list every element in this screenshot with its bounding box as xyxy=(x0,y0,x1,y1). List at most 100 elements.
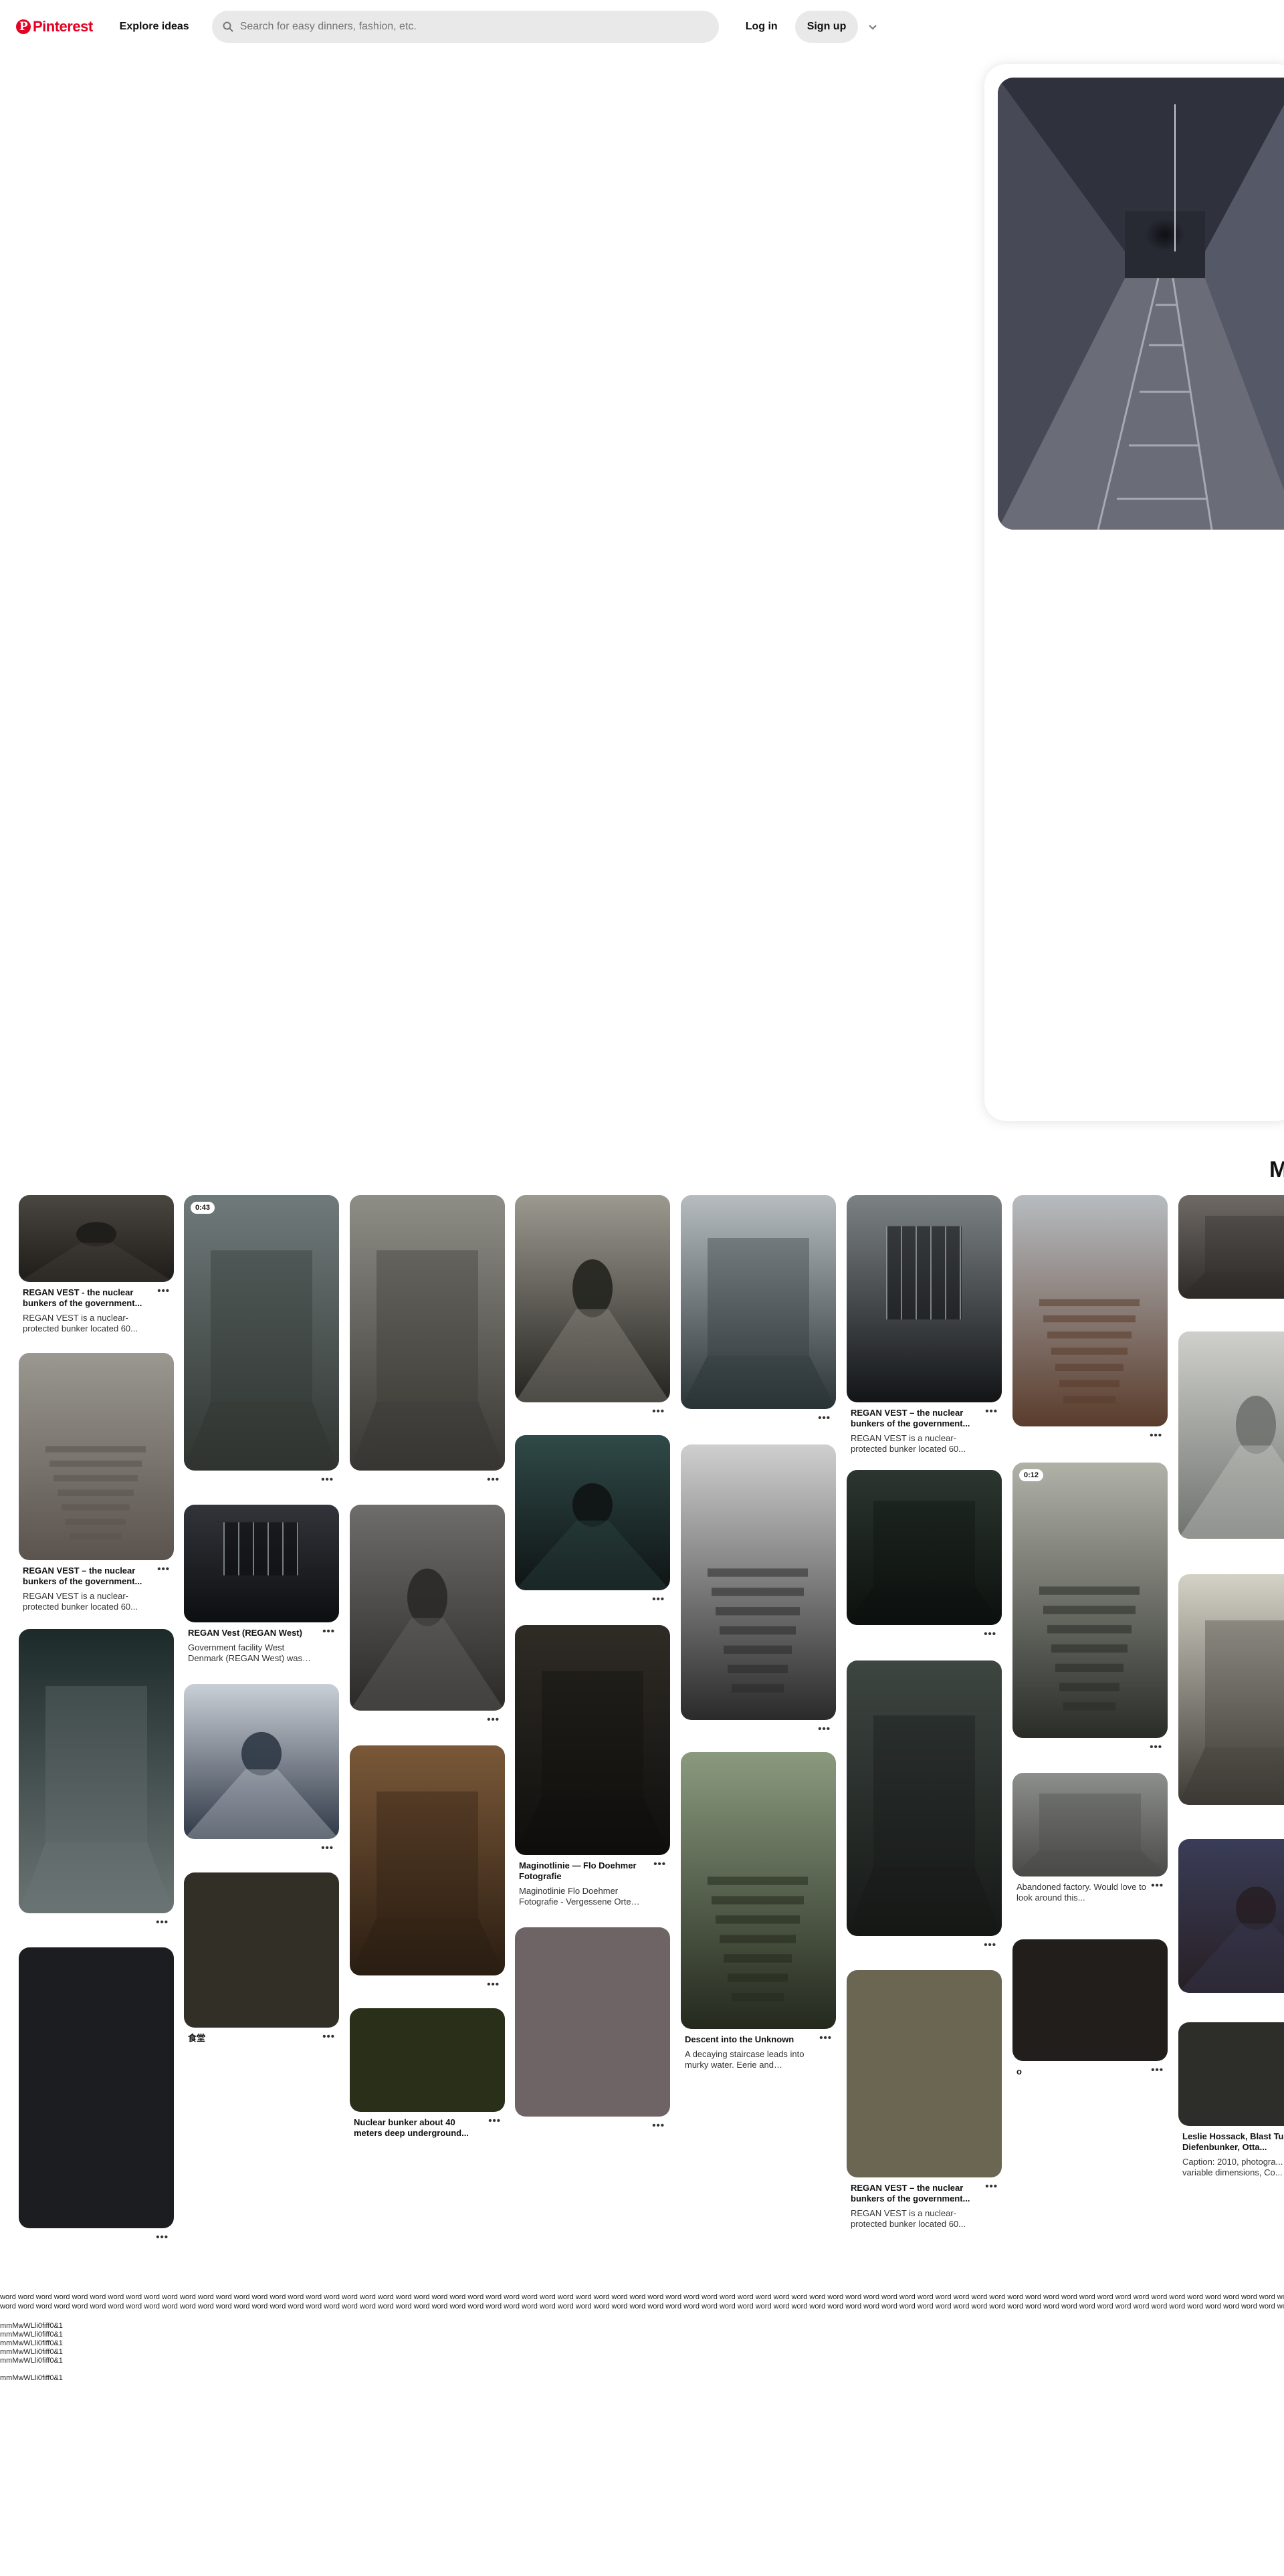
more-options-icon[interactable]: ••• xyxy=(1151,2065,1164,2075)
pin-card[interactable]: Maginotlinie — Flo Doehmer Fotografie Mag… xyxy=(515,1625,670,1907)
pin-image[interactable] xyxy=(1178,1331,1284,1539)
pin-card[interactable]: ••• xyxy=(19,1947,174,2242)
more-options-icon[interactable]: ••• xyxy=(847,1936,1002,1950)
pin-card[interactable]: Nuclear bunker about 40 meters deep unde… xyxy=(350,2008,505,2139)
pin-title[interactable]: Maginotlinie — Flo Doehmer Fotografie xyxy=(519,1860,649,1882)
pin-card[interactable]: 食堂 ••• xyxy=(184,1872,339,2044)
more-options-icon[interactable]: ••• xyxy=(184,1471,339,1485)
more-options-icon[interactable]: ••• xyxy=(985,1406,998,1416)
pin-card[interactable]: ••• xyxy=(515,1927,670,2131)
pin-image[interactable] xyxy=(184,1684,339,1839)
pin-card[interactable]: ••• xyxy=(350,1745,505,1990)
pin-image[interactable] xyxy=(1178,1195,1284,1299)
pin-card[interactable]: o ••• xyxy=(1012,1939,1168,2077)
signup-button[interactable]: Sign up xyxy=(794,11,859,43)
pin-card[interactable]: ••• xyxy=(1178,1839,1284,2006)
more-options-icon[interactable]: ••• xyxy=(1178,1539,1284,1552)
pin-title[interactable]: Nuclear bunker about 40 meters deep unde… xyxy=(354,2117,484,2139)
more-options-icon[interactable]: ••• xyxy=(350,1471,505,1485)
pin-image[interactable] xyxy=(1178,1574,1284,1805)
pin-image[interactable]: 0:12 xyxy=(1012,1463,1168,1738)
pin-card[interactable]: REGAN Vest (REGAN West) Government facili… xyxy=(184,1505,339,1664)
pin-card[interactable]: ••• xyxy=(184,1684,339,1853)
pin-image[interactable] xyxy=(19,1353,174,1560)
more-options-icon[interactable]: ••• xyxy=(653,1859,666,1869)
pin-image[interactable] xyxy=(847,1195,1002,1402)
pin-image[interactable] xyxy=(1012,1773,1168,1876)
pin-card[interactable]: 0:43 ••• xyxy=(184,1195,339,1485)
pin-image[interactable] xyxy=(1178,2022,1284,2126)
pin-image[interactable] xyxy=(681,1444,836,1720)
pin-title[interactable]: REGAN VEST – the nuclear bunkers of the … xyxy=(851,1408,980,1429)
pin-card[interactable]: Descent into the Unknown A decaying stair… xyxy=(681,1752,836,2070)
pin-title[interactable]: o xyxy=(1016,2066,1146,2077)
pin-image[interactable] xyxy=(19,1629,174,1913)
pin-image[interactable] xyxy=(1012,1939,1168,2061)
pin-title[interactable]: Leslie Hossack, Blast Tu... The Diefenbu… xyxy=(1182,2131,1284,2153)
more-options-icon[interactable]: ••• xyxy=(322,2032,335,2042)
pin-image[interactable] xyxy=(515,1625,670,1855)
pin-title[interactable]: REGAN VEST – the nuclear bunkers of the … xyxy=(851,2183,980,2204)
pin-image[interactable]: 0:43 xyxy=(184,1195,339,1471)
pin-image[interactable] xyxy=(515,1195,670,1402)
more-options-icon[interactable]: ••• xyxy=(350,1975,505,1990)
pin-title[interactable]: Descent into the Unknown xyxy=(685,2034,815,2045)
pin-image[interactable] xyxy=(1178,1839,1284,1993)
more-options-icon[interactable]: ••• xyxy=(515,1402,670,1416)
pin-card[interactable]: REGAN VEST - the nuclear bunkers of the … xyxy=(19,1195,174,1334)
pin-card[interactable]: ••• xyxy=(19,1629,174,1927)
login-button[interactable]: Log in xyxy=(732,11,791,43)
more-options-icon[interactable]: ••• xyxy=(681,1409,836,1423)
pin-image[interactable] xyxy=(847,1470,1002,1625)
pin-closeup-image[interactable] xyxy=(998,78,1284,530)
pin-title[interactable]: 食堂 xyxy=(188,2033,318,2044)
pin-image[interactable] xyxy=(350,2008,505,2112)
pin-image[interactable] xyxy=(184,1505,339,1622)
more-options-icon[interactable]: ••• xyxy=(515,2117,670,2131)
pin-card[interactable]: ••• xyxy=(350,1195,505,1485)
pin-card[interactable]: Leslie Hossack, Blast Tu... The Diefenbu… xyxy=(1178,2022,1284,2178)
pin-card[interactable]: ••• xyxy=(1178,1331,1284,1552)
more-options-icon[interactable]: ••• xyxy=(19,1913,174,1927)
pin-title[interactable]: REGAN VEST - the nuclear bunkers of the … xyxy=(23,1287,152,1309)
more-options-icon[interactable]: ••• xyxy=(157,1564,170,1574)
pin-title[interactable]: REGAN VEST – the nuclear bunkers of the … xyxy=(23,1566,152,1587)
pin-image[interactable] xyxy=(19,1195,174,1282)
more-options-icon[interactable]: ••• xyxy=(157,1286,170,1296)
pin-image[interactable] xyxy=(19,1947,174,2228)
pin-image[interactable] xyxy=(1012,1195,1168,1426)
more-options-icon[interactable]: ••• xyxy=(847,1625,1002,1639)
pin-card[interactable]: ••• xyxy=(515,1195,670,1416)
pin-image[interactable] xyxy=(681,1752,836,2029)
pin-card[interactable]: 0:12 ••• xyxy=(1012,1463,1168,1752)
more-options-icon[interactable]: ••• xyxy=(488,2116,501,2126)
pinterest-logo[interactable]: P Pinterest xyxy=(16,18,93,35)
pin-card[interactable]: REGAN VEST – the nuclear bunkers of the … xyxy=(19,1353,174,1612)
pin-card[interactable]: ••• xyxy=(350,1505,505,1725)
more-options-icon[interactable]: ••• xyxy=(322,1626,335,1636)
pin-image[interactable] xyxy=(350,1505,505,1711)
pin-image[interactable] xyxy=(184,1872,339,2028)
pin-card[interactable]: ••• xyxy=(1178,1574,1284,1818)
more-options-icon[interactable]: ••• xyxy=(1012,1738,1168,1752)
pin-image[interactable] xyxy=(515,1435,670,1590)
more-options-icon[interactable]: ••• xyxy=(681,1720,836,1734)
more-options-icon[interactable]: ••• xyxy=(1178,1299,1284,1312)
explore-ideas-link[interactable]: Explore ideas xyxy=(120,21,189,33)
pin-card[interactable]: ••• xyxy=(681,1444,836,1734)
pin-image[interactable] xyxy=(681,1195,836,1409)
more-options-icon[interactable]: ••• xyxy=(184,1839,339,1853)
pin-title[interactable]: REGAN Vest (REGAN West) xyxy=(188,1628,318,1638)
pin-image[interactable] xyxy=(515,1927,670,2117)
pin-card[interactable]: ••• xyxy=(847,1470,1002,1639)
pin-card[interactable]: ••• xyxy=(681,1195,836,1423)
pin-image[interactable] xyxy=(350,1195,505,1471)
pin-card[interactable]: ••• xyxy=(1178,1195,1284,1312)
more-options-icon[interactable]: ••• xyxy=(350,1711,505,1725)
more-options-icon[interactable]: ••• xyxy=(1178,1805,1284,1818)
search-input[interactable]: Search for easy dinners, fashion, etc. xyxy=(211,11,719,43)
pin-card[interactable]: REGAN VEST – the nuclear bunkers of the … xyxy=(847,1195,1002,1455)
chevron-down-icon[interactable] xyxy=(867,21,878,32)
more-options-icon[interactable]: ••• xyxy=(1178,1993,1284,2006)
pin-card[interactable]: Abandoned factory. Would love to look ar… xyxy=(1012,1773,1168,1903)
